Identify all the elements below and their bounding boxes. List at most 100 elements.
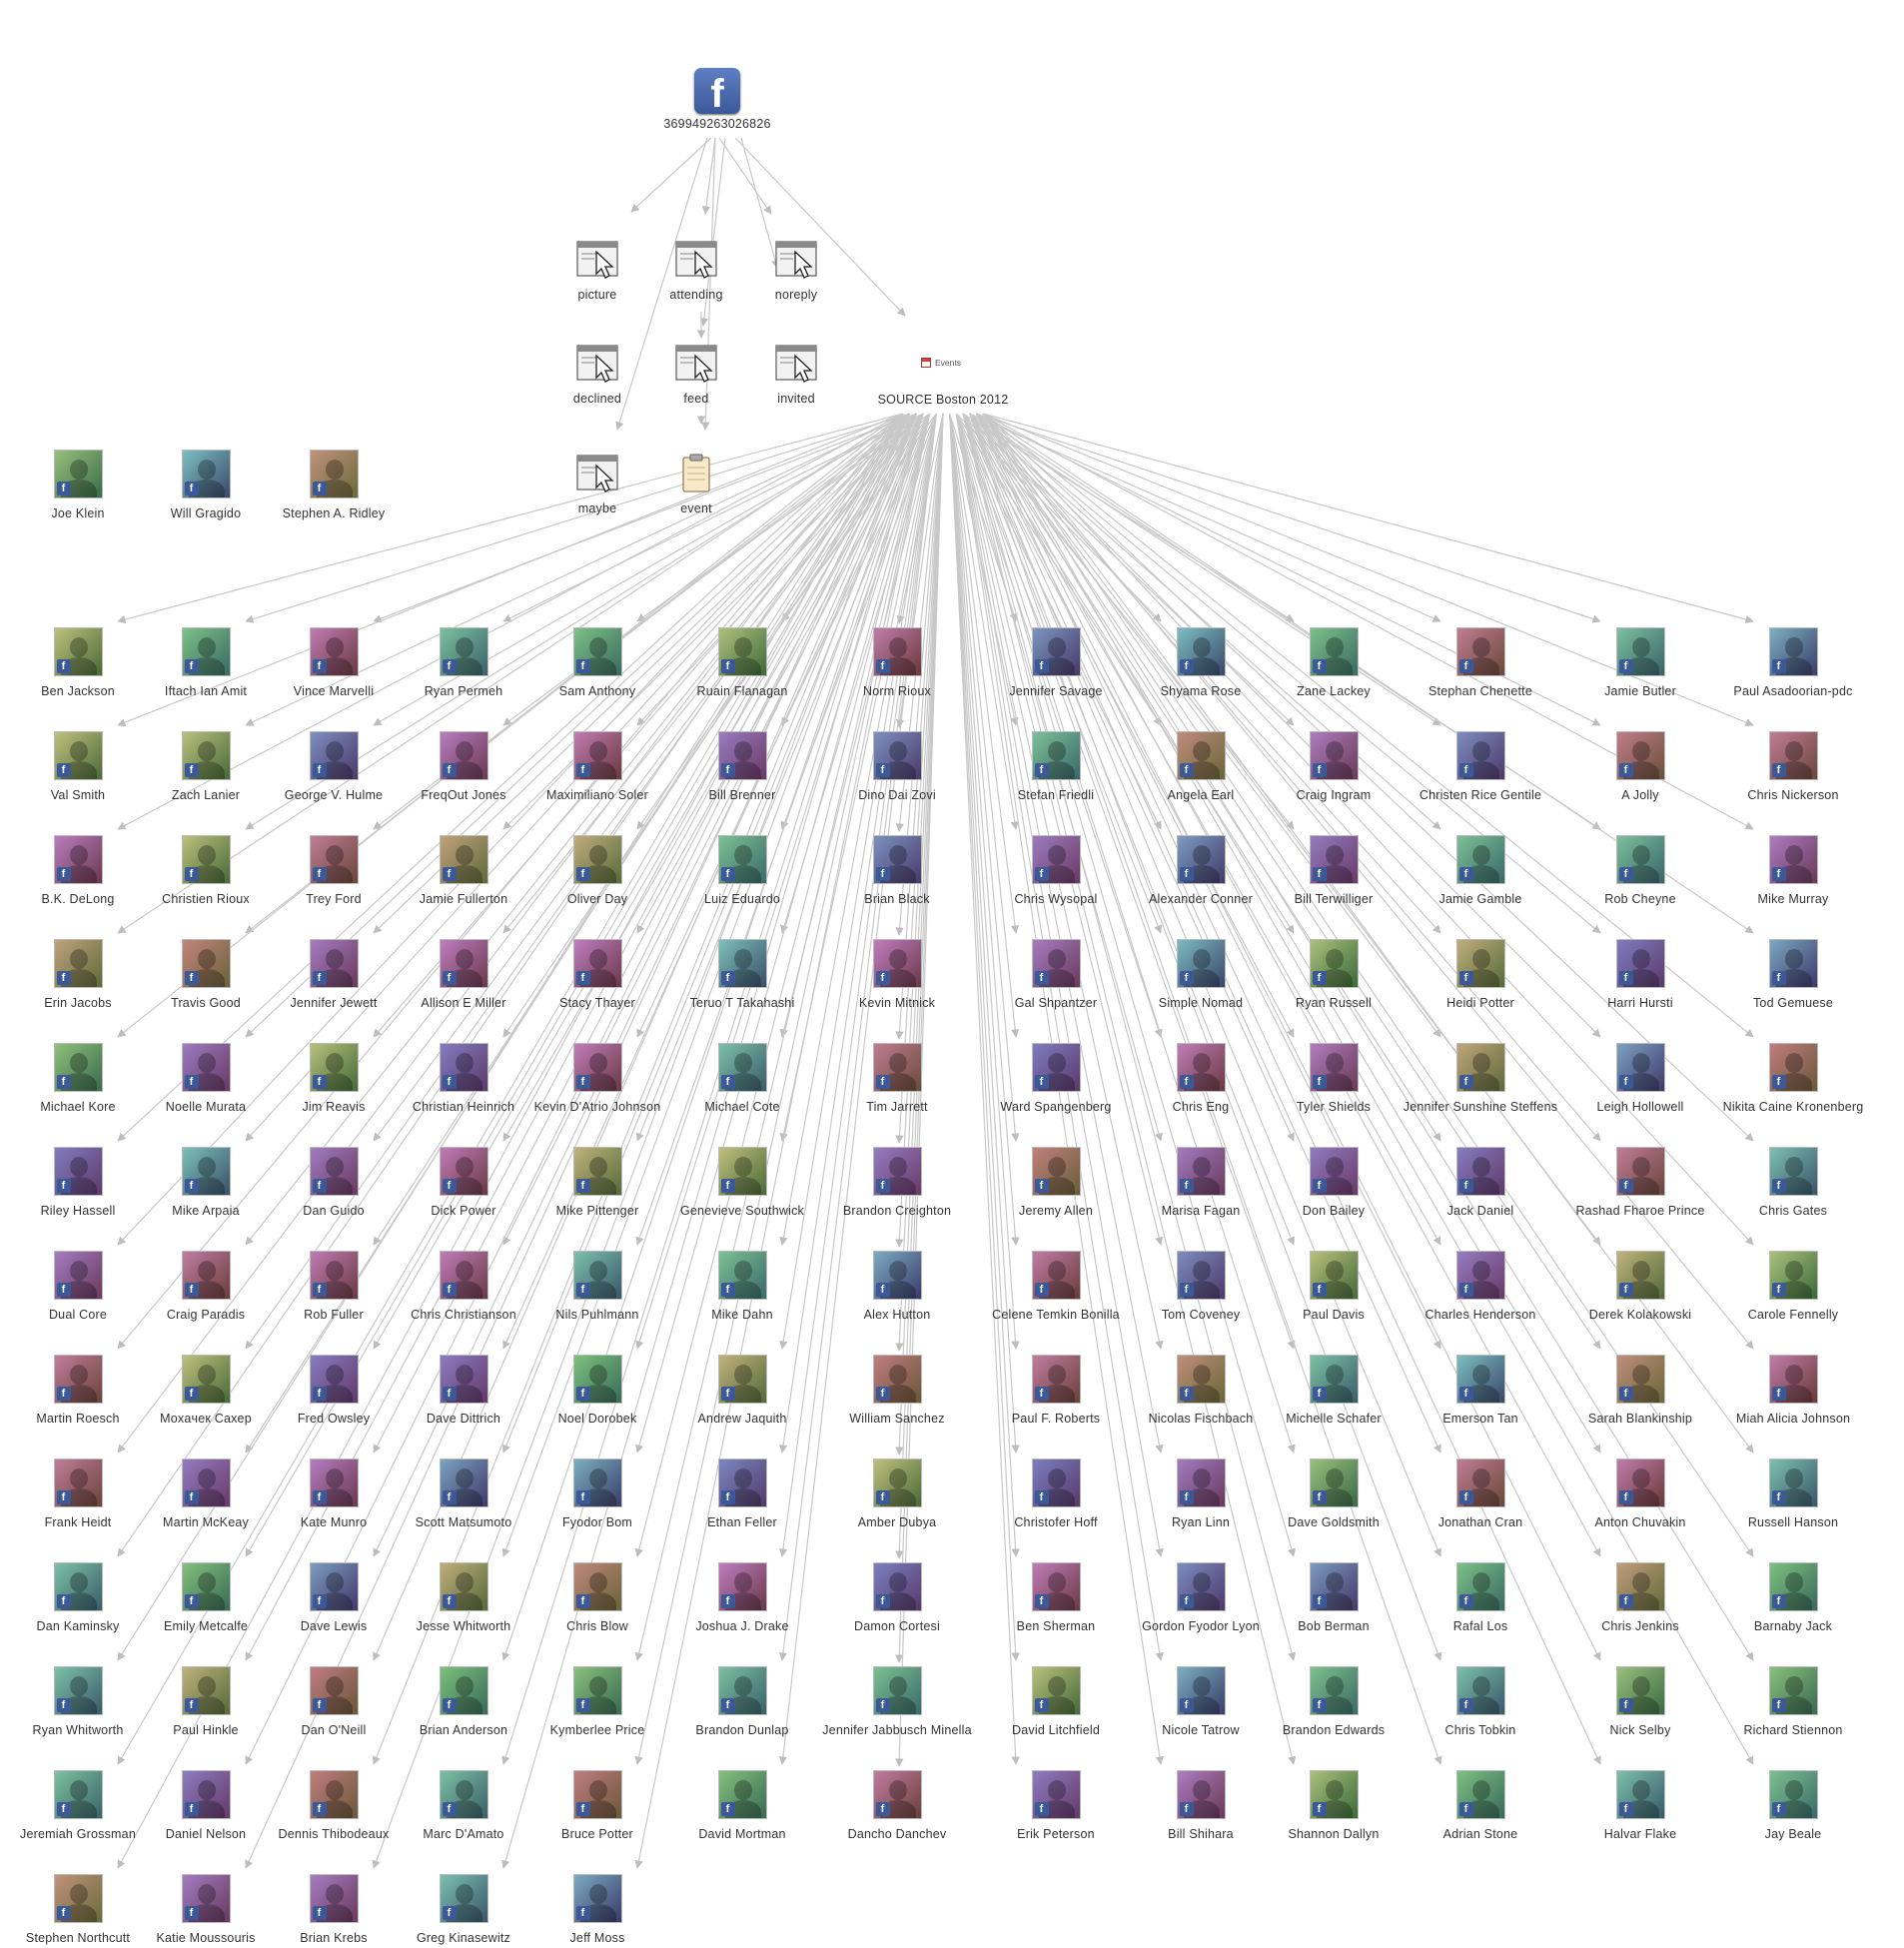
facebook-badge-icon: f <box>1771 659 1786 673</box>
attendee-node[interactable]: f Joshua J. Drake <box>652 1562 832 1633</box>
attendee-node[interactable]: f Brian Black <box>807 835 987 906</box>
facebook-badge-icon: f <box>575 1594 590 1608</box>
facebook-badge-icon: f <box>1312 659 1327 673</box>
facebook-badge-icon: f <box>442 659 457 673</box>
attendee-node[interactable]: f Norm Rioux <box>807 627 987 698</box>
attendee-node[interactable]: f Tod Gemuese <box>1703 939 1883 1010</box>
attendee-node[interactable]: f Adrian Stone <box>1391 1770 1570 1841</box>
profile-photo: f <box>181 1043 231 1092</box>
person-node[interactable]: f Stephen A. Ridley <box>244 450 424 520</box>
attendee-node[interactable]: f Paul Asadoorian-pdc <box>1703 627 1883 698</box>
attendee-node[interactable]: f Charles Henderson <box>1391 1251 1570 1322</box>
attendee-node[interactable]: f Jay Beale <box>1703 1770 1883 1841</box>
attendee-node[interactable]: f Michael Cote <box>652 1043 832 1114</box>
attendee-name-label: David Mortman <box>698 1827 786 1841</box>
facebook-badge-icon: f <box>1458 1387 1473 1401</box>
attendee-node[interactable]: f Luiz Eduardo <box>652 835 832 906</box>
attendee-name-label: Mike Murray <box>1757 892 1829 906</box>
attendee-node[interactable]: f Miah Alicia Johnson <box>1703 1355 1883 1426</box>
attendee-node[interactable]: f Emerson Tan <box>1391 1355 1570 1426</box>
profile-photo: f <box>181 1666 231 1715</box>
attendee-node[interactable]: f Damon Cortesi <box>807 1562 987 1633</box>
attendee-node[interactable]: f Russell Hanson <box>1703 1459 1883 1529</box>
attendee-node[interactable]: f Brandon Creighton <box>807 1147 987 1218</box>
profile-photo: f <box>439 1147 488 1196</box>
attendee-node[interactable]: f Alex Hutton <box>807 1251 987 1322</box>
profile-photo: f <box>53 939 103 988</box>
attendee-node[interactable]: f Carole Fennelly <box>1703 1251 1883 1322</box>
attendee-node[interactable]: f Ruain Flanagan <box>652 627 832 698</box>
profile-photo: f <box>872 835 922 884</box>
attendee-node[interactable]: f Rafal Los <box>1391 1562 1570 1633</box>
attendee-node[interactable]: f Bill Brenner <box>652 731 832 802</box>
root-node[interactable]: f 369949263026826 <box>627 68 807 131</box>
facebook-badge-icon: f <box>184 1802 199 1816</box>
attendee-node[interactable]: f Richard Stiennon <box>1703 1666 1883 1737</box>
attendee-node[interactable]: f Ethan Feller <box>652 1459 832 1529</box>
connection-noreply[interactable]: noreply <box>706 240 886 302</box>
attendee-name-label: Heidi Potter <box>1446 996 1514 1010</box>
attendee-node[interactable]: f Andrew Jaquith <box>652 1355 832 1426</box>
facebook-badge-icon: f <box>1034 1387 1049 1401</box>
facebook-badge-icon: f <box>1618 971 1633 985</box>
profile-photo: f <box>572 835 622 884</box>
attendee-node[interactable]: f Mike Murray <box>1703 835 1883 906</box>
attendee-node[interactable]: f Jonathan Cran <box>1391 1459 1570 1529</box>
facebook-badge-icon: f <box>442 763 457 777</box>
attendee-node[interactable]: f Jeff Moss <box>507 1874 687 1945</box>
attendee-node[interactable]: f Heidi Potter <box>1391 939 1570 1010</box>
profile-photo: f <box>1768 1666 1818 1715</box>
attendee-name-label: Charles Henderson <box>1425 1308 1536 1322</box>
attendee-node[interactable]: f Jamie Gamble <box>1391 835 1570 906</box>
attendee-name-label: Chris Nickerson <box>1747 788 1839 802</box>
profile-photo: f <box>1768 1147 1818 1196</box>
attendee-node[interactable]: f Dancho Danchev <box>807 1770 987 1841</box>
attendee-node[interactable]: f Brandon Dunlap <box>652 1666 832 1737</box>
attendee-node[interactable]: f Christen Rice Gentile <box>1391 731 1570 802</box>
facebook-badge-icon: f <box>720 659 735 673</box>
attendee-node[interactable]: f David Mortman <box>652 1770 832 1841</box>
facebook-badge-icon: f <box>575 1906 590 1920</box>
attendee-node[interactable]: f Jack Daniel <box>1391 1147 1570 1218</box>
profile-photo: f <box>1768 627 1818 676</box>
facebook-badge-icon: f <box>184 1283 199 1297</box>
profile-photo: f <box>309 450 359 498</box>
attendee-node[interactable]: f Tim Jarrett <box>807 1043 987 1114</box>
profile-photo: f <box>1615 1147 1665 1196</box>
attendee-node[interactable]: f Genevieve Southwick <box>652 1147 832 1218</box>
attendee-node[interactable]: f Dino Dai Zovi <box>807 731 987 802</box>
attendee-node[interactable]: f Chris Tobkin <box>1391 1666 1570 1737</box>
profile-photo: f <box>309 939 359 988</box>
attendee-node[interactable]: f William Sanchez <box>807 1355 987 1426</box>
profile-photo: f <box>1309 1770 1359 1819</box>
profile-photo: f <box>1615 1562 1665 1611</box>
attendee-node[interactable]: f Mike Dahn <box>652 1251 832 1322</box>
attendee-node[interactable]: f Amber Dubya <box>807 1459 987 1529</box>
attendee-node[interactable]: f Nikita Caine Kronenberg <box>1703 1043 1883 1114</box>
attendee-node[interactable]: f Barnaby Jack <box>1703 1562 1883 1633</box>
attendee-node[interactable]: f Chris Nickerson <box>1703 731 1883 802</box>
attendee-name-label: Jamie Gamble <box>1438 892 1522 906</box>
profile-photo: f <box>1615 1251 1665 1300</box>
facebook-badge-icon: f <box>1458 763 1473 777</box>
connection-label: noreply <box>774 288 818 302</box>
attendee-node[interactable]: f Jennifer Sunshine Steffens <box>1391 1043 1570 1114</box>
profile-photo: f <box>1768 1459 1818 1507</box>
attendee-node[interactable]: f Teruo T Takahashi <box>652 939 832 1010</box>
attendee-node[interactable]: f Chris Gates <box>1703 1147 1883 1218</box>
facebook-badge-icon: f <box>1771 867 1786 881</box>
profile-photo: f <box>439 1251 488 1300</box>
attendee-node[interactable]: f Kevin Mitnick <box>807 939 987 1010</box>
facebook-badge-icon: f <box>184 867 199 881</box>
event-node[interactable]: SOURCE Boston 2012 <box>853 390 1033 407</box>
attendee-node[interactable]: f Jennifer Jabbusch Minella <box>807 1666 987 1737</box>
profile-photo: f <box>181 731 231 780</box>
attendee-name-label: Brian Black <box>864 892 930 906</box>
attendee-node[interactable]: f Stephan Chenette <box>1391 627 1570 698</box>
profile-photo: f <box>1176 1251 1226 1300</box>
connection-event[interactable]: event <box>606 454 786 515</box>
attendee-name-label: Jennifer Jabbusch Minella <box>822 1723 972 1737</box>
profile-photo: f <box>439 1459 488 1507</box>
profile-photo: f <box>1615 1666 1665 1715</box>
profile-photo: f <box>309 1459 359 1507</box>
